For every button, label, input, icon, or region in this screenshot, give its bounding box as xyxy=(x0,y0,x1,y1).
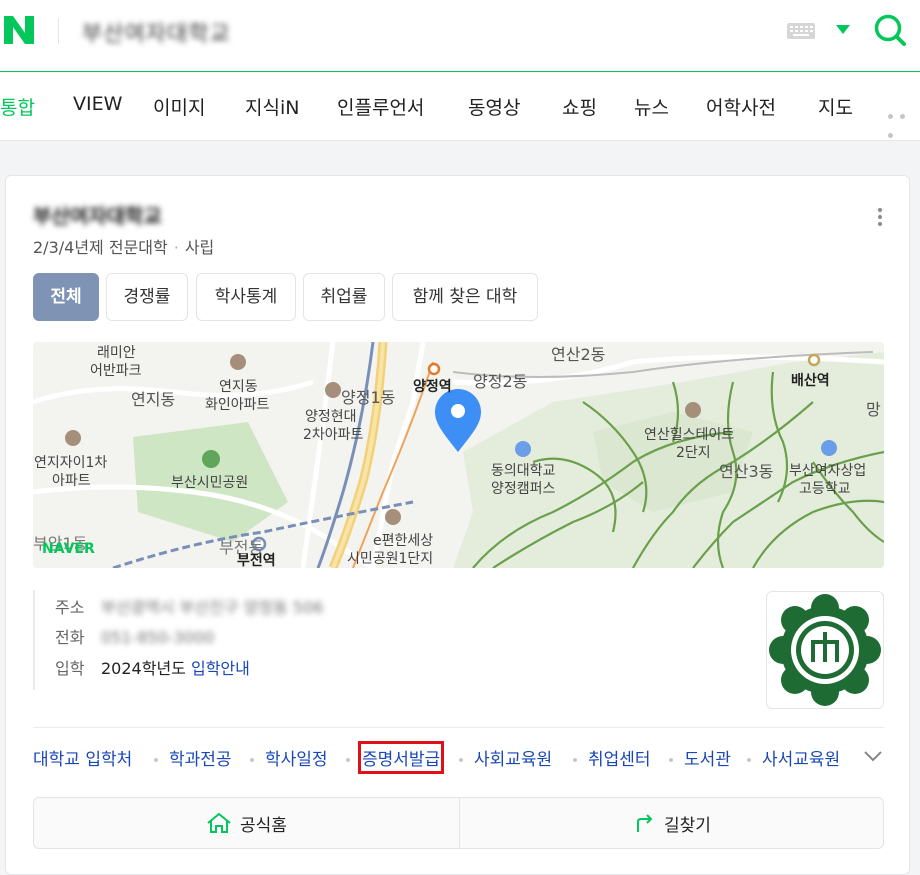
university-subinfo: 2/3/4년제 전문대학 · 사립 xyxy=(33,238,215,257)
map-label: 양정1동 xyxy=(341,388,396,407)
map-label: 연산힐스테이트 xyxy=(644,427,735,443)
map-label: 화인아파트 xyxy=(205,397,270,413)
phone-row: 전화 051-850-3000 xyxy=(55,624,214,648)
tab-integrated[interactable]: 통합 xyxy=(0,93,35,120)
map-label: 어반파크 xyxy=(90,363,142,379)
map-label: 연지동 xyxy=(131,390,176,409)
map-label: 2차아파트 xyxy=(303,427,364,443)
naver-map-logo: NAVER xyxy=(42,541,95,557)
chip-all[interactable]: 전체 xyxy=(33,273,99,321)
tab-knowledge-in[interactable]: 지식iN xyxy=(245,93,299,120)
phone-value[interactable]: 051-850-3000 xyxy=(101,628,214,647)
official-homepage-button[interactable]: 공식홈 xyxy=(34,798,459,848)
map-label: 연산2동 xyxy=(551,345,606,364)
tab-influencer[interactable]: 인플루언서 xyxy=(337,93,424,120)
map-label: e편한세상 xyxy=(373,533,434,549)
link-academic-calendar[interactable]: 학사일정 xyxy=(265,745,328,770)
map-label: 시민공원1단지 xyxy=(347,551,434,567)
map-label: 망 xyxy=(866,400,881,419)
map-label: 양정현대 xyxy=(305,409,357,425)
link-admissions-office[interactable]: 대학교 입학처 xyxy=(33,745,132,770)
map-label: 부산시민공원 xyxy=(171,475,249,491)
address-row: 주소 부산광역시 부산진구 양정동 506 xyxy=(55,594,323,618)
phone-label: 전화 xyxy=(55,628,85,647)
map-label: 연산3동 xyxy=(719,462,774,481)
chip-related-universities[interactable]: 함께 찾은 대학 xyxy=(392,273,538,321)
map-label: 양정2동 xyxy=(473,372,528,391)
university-name[interactable]: 부산여자대학교 xyxy=(33,200,162,229)
link-departments[interactable]: 학과전공 xyxy=(169,745,232,770)
location-map[interactable]: 래미안 어반파크 연지동 연지동 화인아파트 양정1동 양정역 양정2동 연산2… xyxy=(33,342,884,568)
search-tabs: 통합 VIEW 이미지 지식iN 인플루언서 동영상 쇼핑 뉴스 어학사전 지도 xyxy=(0,73,920,141)
keyboard-icon[interactable] xyxy=(786,22,816,40)
link-continuing-education[interactable]: 사회교육원 xyxy=(474,745,552,770)
emblem-icon xyxy=(769,594,881,706)
map-label: 래미안 xyxy=(97,345,136,361)
official-homepage-label: 공식홈 xyxy=(240,815,287,836)
link-library[interactable]: 도서관 xyxy=(684,745,731,770)
link-librarian-education[interactable]: 사서교육원 xyxy=(762,745,840,770)
chip-academic-stats[interactable]: 학사통계 xyxy=(196,273,296,321)
chip-employment[interactable]: 취업률 xyxy=(303,273,385,321)
naver-logo-icon[interactable] xyxy=(0,10,40,50)
map-label: 2단지 xyxy=(676,445,711,461)
address-value[interactable]: 부산광역시 부산진구 양정동 506 xyxy=(101,594,323,618)
tab-dictionary[interactable]: 어학사전 xyxy=(706,93,776,120)
logo-divider xyxy=(58,18,59,44)
chevron-down-icon[interactable] xyxy=(863,749,883,763)
tab-video[interactable]: 동영상 xyxy=(468,93,520,120)
search-icon[interactable] xyxy=(872,12,908,48)
address-label: 주소 xyxy=(55,598,85,617)
tab-shopping[interactable]: 쇼핑 xyxy=(562,93,597,120)
university-type: 2/3/4년제 전문대학 xyxy=(33,238,168,257)
home-icon xyxy=(207,812,231,833)
tab-images[interactable]: 이미지 xyxy=(153,93,205,120)
university-emblem[interactable] xyxy=(766,591,884,709)
university-card: 부산여자대학교 2/3/4년제 전문대학 · 사립 전체 경쟁률 학사통계 취업률 … xyxy=(5,175,910,875)
map-label: 고등학교 xyxy=(799,481,851,497)
more-options-icon[interactable] xyxy=(878,208,884,228)
directions-button[interactable]: 길찾기 xyxy=(460,798,885,848)
chip-competition[interactable]: 경쟁률 xyxy=(106,273,188,321)
map-label: 양정캠퍼스 xyxy=(491,481,556,497)
admission-year: 2024학년도 xyxy=(101,659,186,678)
map-label: 아파트 xyxy=(52,473,91,489)
search-query-input[interactable]: 부산여자대학교 xyxy=(82,16,231,47)
quicklinks-divider xyxy=(33,727,884,728)
admission-guide-link[interactable]: 입학안내 xyxy=(191,659,250,678)
more-tabs-icon[interactable] xyxy=(888,104,920,138)
quick-links: 대학교 입학처 학과전공 학사일정 증명서발급 사회교육원 취업센터 도서관 사… xyxy=(33,741,884,775)
autocomplete-toggle-icon[interactable] xyxy=(836,25,850,34)
directions-label: 길찾기 xyxy=(664,815,711,836)
link-certificate-issuance[interactable]: 증명서발급 xyxy=(357,741,445,774)
tab-news[interactable]: 뉴스 xyxy=(634,93,669,120)
map-label: 부산여자상업 xyxy=(789,463,867,479)
action-buttons: 공식홈 길찾기 xyxy=(33,797,884,849)
map-label: 연지자이1차 xyxy=(34,455,108,471)
tab-map[interactable]: 지도 xyxy=(818,93,853,120)
map-label: 연지동 xyxy=(219,379,258,395)
map-label: 배산역 xyxy=(791,373,830,389)
tab-view[interactable]: VIEW xyxy=(73,93,122,115)
university-ownership: 사립 xyxy=(184,238,215,257)
directions-icon xyxy=(637,814,653,832)
link-career-center[interactable]: 취업센터 xyxy=(588,745,651,770)
top-search-bar: 부산여자대학교 xyxy=(0,0,920,72)
admission-label: 입학 xyxy=(55,659,85,678)
map-label: 동의대학교 xyxy=(491,463,556,479)
map-label: 부전역 xyxy=(237,553,276,568)
map-label: 양정역 xyxy=(413,379,452,395)
admission-row: 입학 2024학년도 입학안내 xyxy=(55,655,250,679)
university-info: 주소 부산광역시 부산진구 양정동 506 전화 051-850-3000 입학 20… xyxy=(33,590,733,690)
